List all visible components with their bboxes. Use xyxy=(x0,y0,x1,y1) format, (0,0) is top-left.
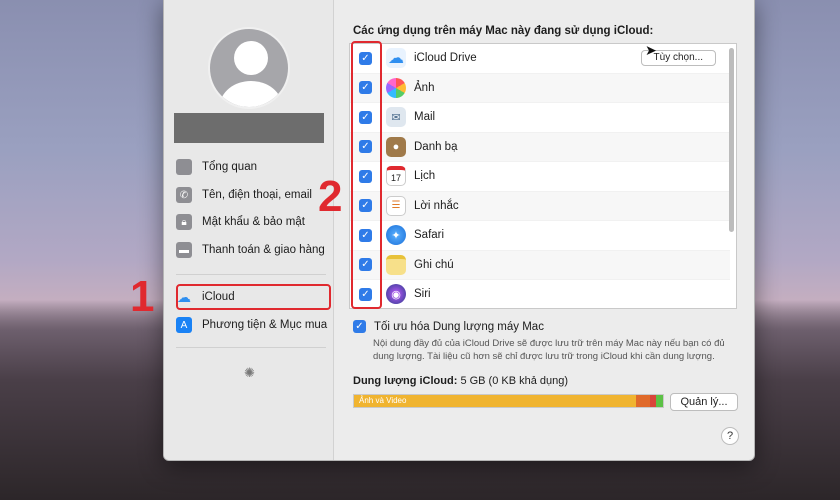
notes-icon xyxy=(386,254,406,275)
sidebar-item-label: Tổng quan xyxy=(202,161,257,173)
app-label: Siri xyxy=(414,288,431,301)
optimize-storage-label: Tối ưu hóa Dung lượng máy Mac xyxy=(374,320,544,333)
app-label: Ghi chú xyxy=(414,258,454,271)
icloud-highlight-box xyxy=(176,284,331,310)
apps-heading: Các ứng dụng trên máy Mac này đang sử dụ… xyxy=(353,25,654,37)
annotation-marker-1: 1 xyxy=(130,272,155,321)
optimize-storage-option[interactable]: ✓ Tối ưu hóa Dung lượng máy Mac xyxy=(353,320,544,333)
storage-value: 5 GB (0 KB khả dụng) xyxy=(460,375,569,387)
optimize-storage-description: Nội dung đầy đủ của iCloud Drive sẽ được… xyxy=(373,338,725,362)
list-item[interactable]: ✓ Ghi chú xyxy=(350,250,730,280)
calendar-icon: 17 xyxy=(386,166,406,187)
checkbox-highlight-box xyxy=(351,41,382,309)
sidebar-item-label: Tên, điện thoại, email xyxy=(202,189,312,201)
list-item[interactable]: ✓ ☰ Lời nhắc xyxy=(350,191,730,221)
loading-spinner-icon: ✺ xyxy=(244,365,255,380)
appstore-icon: A xyxy=(176,317,192,333)
apple-id-window: Tổng quan ✆ Tên, điện thoại, email 🔒︎ Mậ… xyxy=(163,0,755,461)
sidebar-item-label: Phương tiện & Mục mua xyxy=(202,319,328,331)
app-label: Safari xyxy=(414,229,445,242)
sidebar-divider xyxy=(176,347,326,348)
safari-icon: ✦ xyxy=(386,225,406,246)
storage-segment-other xyxy=(636,395,650,407)
storage-title: Dung lượng iCloud: xyxy=(353,375,458,387)
storage-label: Dung lượng iCloud: 5 GB (0 KB khả dụng) xyxy=(353,375,568,387)
list-item[interactable]: ✓ 17 Lịch xyxy=(350,162,730,192)
optimize-storage-checkbox[interactable]: ✓ xyxy=(353,320,366,333)
app-label: Ảnh xyxy=(414,81,435,94)
sidebar-divider xyxy=(176,274,326,275)
app-label: Lịch xyxy=(414,170,436,183)
lock-icon: 🔒︎ xyxy=(176,214,192,230)
sidebar-item-name-phone-email[interactable]: ✆ Tên, điện thoại, email xyxy=(176,184,332,206)
card-icon: ▬ xyxy=(176,242,192,258)
list-item[interactable]: ✓ ☁ iCloud Drive Tùy chọn... xyxy=(350,44,730,74)
sidebar-item-label: Thanh toán & giao hàng xyxy=(202,244,325,256)
app-list-scrollbar[interactable] xyxy=(729,48,734,232)
phone-icon: ✆ xyxy=(176,187,192,203)
sidebar-item-media-purchases[interactable]: A Phương tiện & Mục mua xyxy=(176,314,332,336)
list-item[interactable]: ✓ ● Danh bạ xyxy=(350,132,730,162)
manage-button[interactable]: Quản lý... xyxy=(670,393,738,411)
contacts-icon: ● xyxy=(386,136,406,157)
sidebar: Tổng quan ✆ Tên, điện thoại, email 🔒︎ Mậ… xyxy=(164,0,334,460)
reminders-icon: ☰ xyxy=(386,195,406,216)
app-label: iCloud Drive xyxy=(414,52,477,65)
list-item[interactable]: ✓ ◉ Siri xyxy=(350,280,730,308)
app-label: Lời nhắc xyxy=(414,199,459,212)
list-item[interactable]: ✓ ✦ Safari xyxy=(350,221,730,251)
list-item[interactable]: ✓ Ảnh xyxy=(350,73,730,103)
app-label: Mail xyxy=(414,111,436,124)
sidebar-item-password-security[interactable]: 🔒︎ Mật khẩu & bảo mật xyxy=(176,211,332,233)
avatar[interactable] xyxy=(208,27,290,109)
siri-icon: ◉ xyxy=(386,284,406,305)
mouse-cursor-icon: ➤ xyxy=(645,42,657,58)
help-button[interactable]: ? xyxy=(721,427,739,445)
mail-icon: ✉ xyxy=(386,107,406,128)
apple-icon xyxy=(176,159,192,175)
icloud-drive-icon: ☁ xyxy=(386,48,406,69)
sidebar-item-payment-shipping[interactable]: ▬ Thanh toán & giao hàng xyxy=(176,239,332,261)
icloud-panel: Các ứng dụng trên máy Mac này đang sử dụ… xyxy=(335,0,754,460)
account-name-redacted xyxy=(174,113,324,143)
sidebar-item-label: Mật khẩu & bảo mật xyxy=(202,216,305,228)
app-list: ✓ ☁ iCloud Drive Tùy chọn... ✓ Ảnh ✓ ✉ M… xyxy=(349,43,737,309)
storage-segment-misc xyxy=(656,395,663,407)
app-label: Danh bạ xyxy=(414,140,458,153)
photos-icon xyxy=(386,77,406,98)
list-item[interactable]: ✓ ✉ Mail xyxy=(350,103,730,133)
sidebar-item-overview[interactable]: Tổng quan xyxy=(176,156,332,178)
annotation-marker-2: 2 xyxy=(318,172,343,221)
storage-bar: Ảnh và Video xyxy=(353,394,664,408)
storage-bar-label: Ảnh và Video xyxy=(359,396,407,405)
